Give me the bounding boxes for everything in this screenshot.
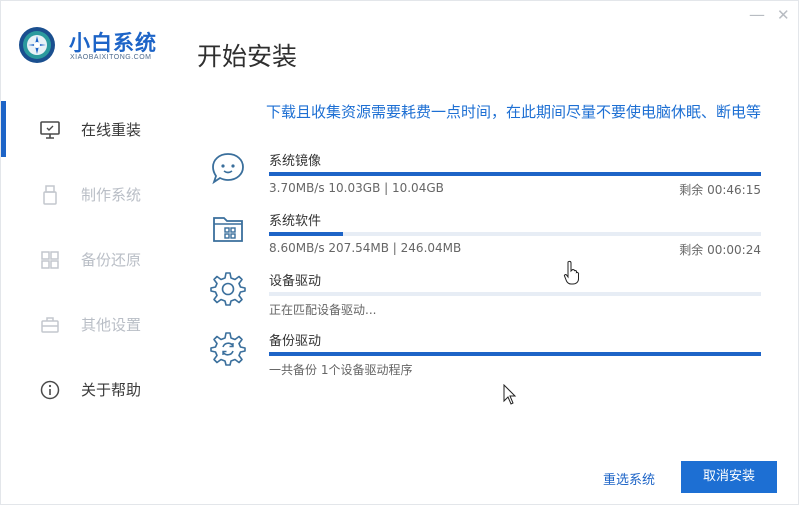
- usb-icon: [43, 185, 57, 205]
- task-remaining: 剩余 00:00:24: [679, 243, 761, 257]
- logo-icon: [19, 27, 55, 63]
- sidebar-item-online-reinstall[interactable]: 在线重装: [1, 99, 181, 157]
- task-detail: 一共备份 1个设备驱动程序: [269, 363, 413, 377]
- task-detail: 3.70MB/s 10.03GB | 10.04GB: [269, 181, 444, 195]
- gear-icon: [210, 272, 246, 306]
- progress-fill: [269, 232, 343, 236]
- sidebar-item-other-settings[interactable]: 其他设置: [1, 294, 181, 352]
- briefcase-icon: [41, 317, 59, 333]
- task-name: 系统软件: [269, 214, 322, 229]
- task-name: 设备驱动: [269, 274, 322, 289]
- active-indicator: [1, 101, 6, 157]
- app-logo: 小白系统 XIAOBAIXITONG.COM: [17, 23, 187, 69]
- task-backup-driver: 备份驱动 一共备份 1个设备驱动程序: [207, 330, 763, 380]
- sidebar-item-label: 备份还原: [81, 251, 142, 269]
- task-name: 备份驱动: [269, 334, 322, 349]
- progress-track: [269, 292, 761, 296]
- sidebar-item-make-system[interactable]: 制作系统: [1, 164, 181, 222]
- sidebar-item-label: 在线重装: [81, 121, 142, 139]
- hand-cursor-icon: [563, 260, 580, 285]
- progress-track: [269, 172, 761, 176]
- task-detail: 正在匹配设备驱动...: [269, 303, 377, 317]
- progress-fill: [269, 172, 761, 176]
- sidebar-item-about-help[interactable]: 关于帮助: [1, 359, 181, 417]
- arrow-cursor-icon: [503, 384, 517, 405]
- sidebar-item-backup-restore[interactable]: 备份还原: [1, 229, 181, 287]
- task-system-image: 系统镜像 3.70MB/s 10.03GB | 10.04GB 剩余 00:46…: [207, 150, 763, 200]
- monitor-icon: [40, 121, 60, 139]
- minimize-button[interactable]: —: [749, 7, 765, 23]
- installer-window: — ✕ 小白系统 XIAOBAIXITONG.COM 开始安装 在线重装 制作系…: [0, 0, 799, 505]
- logo-subtitle: XIAOBAIXITONG.COM: [70, 54, 152, 61]
- reselect-system-button[interactable]: 重选系统: [603, 469, 655, 488]
- page-title: 开始安装: [197, 42, 298, 71]
- task-device-driver: 设备驱动 正在匹配设备驱动...: [207, 270, 763, 320]
- sidebar-item-label: 关于帮助: [81, 381, 142, 399]
- folder-apps-icon: [213, 217, 243, 242]
- sidebar-item-label: 制作系统: [81, 186, 142, 204]
- gear-refresh-icon: [210, 332, 246, 366]
- task-name: 系统镜像: [269, 154, 322, 169]
- cancel-install-button[interactable]: 取消安装: [681, 461, 777, 493]
- task-remaining: 剩余 00:46:15: [679, 183, 761, 197]
- task-system-software: 系统软件 8.60MB/s 207.54MB | 246.04MB 剩余 00:…: [207, 210, 763, 260]
- close-button[interactable]: ✕: [777, 7, 790, 23]
- info-icon: [40, 380, 60, 400]
- task-detail: 8.60MB/s 207.54MB | 246.04MB: [269, 241, 462, 255]
- sidebar: 在线重装 制作系统 备份还原 其他设置 关于帮助: [1, 97, 181, 427]
- progress-track: [269, 232, 761, 236]
- chat-bubble-icon: [212, 153, 244, 185]
- logo-title: 小白系统: [69, 31, 157, 55]
- progress-fill: [269, 352, 761, 356]
- progress-track: [269, 352, 761, 356]
- grid-icon: [41, 251, 59, 269]
- notice-text: 下载且收集资源需要耗费一点时间，在此期间尽量不要使电脑休眠、断电等: [265, 103, 761, 121]
- sidebar-item-label: 其他设置: [81, 316, 142, 334]
